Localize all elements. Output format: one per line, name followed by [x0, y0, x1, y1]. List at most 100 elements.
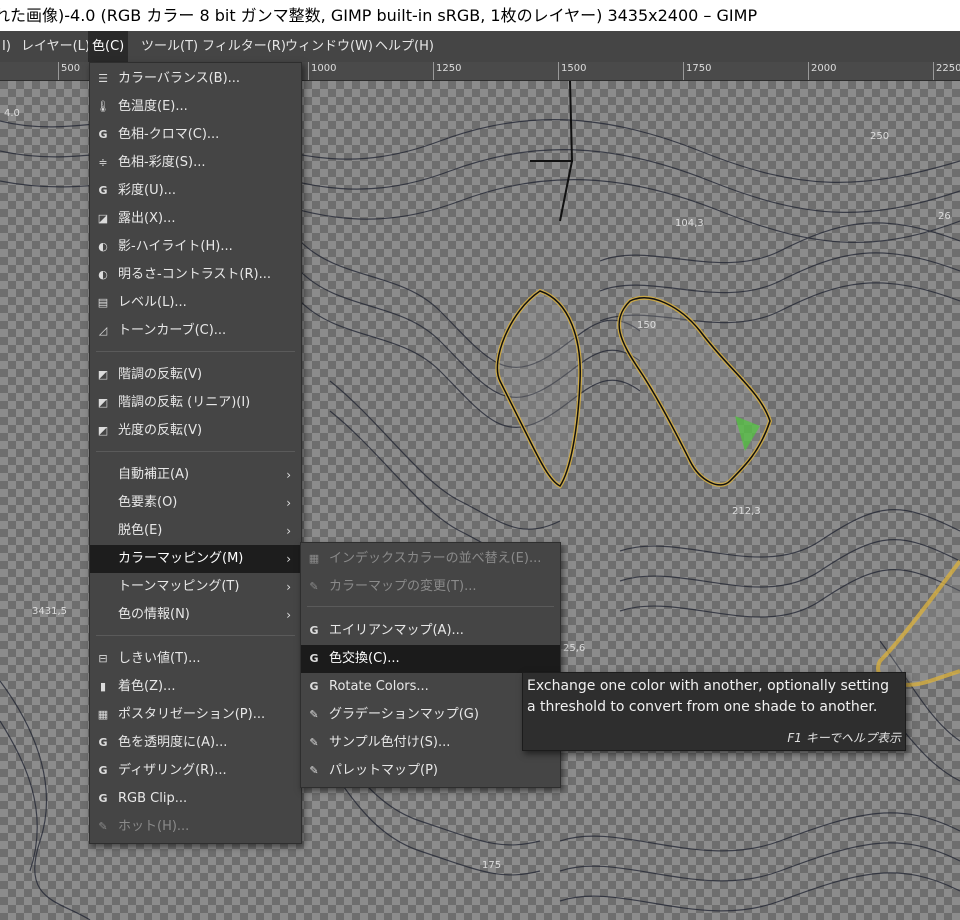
menu-separator [307, 606, 554, 607]
menu-item-auto[interactable]: 自動補正(A) › [90, 461, 301, 489]
gegl-icon: G [98, 764, 108, 777]
menu-item-threshold[interactable]: ⊟ しきい値(T)... [90, 645, 301, 673]
plugin-icon: ✎ [309, 764, 319, 777]
menu-item-color-balance[interactable]: ☰ カラーバランス(B)... [90, 65, 301, 93]
plugin-icon: ✎ [309, 736, 319, 749]
curves-icon: ◿ [98, 324, 108, 337]
ruler-tick [308, 62, 309, 80]
menu-item-rearrange-colormap[interactable]: ▦ インデックスカラーの並べ替え(E)... [301, 545, 560, 573]
plugin-icon: ✎ [309, 708, 319, 721]
menu-colors[interactable]: 色(C) [88, 31, 129, 62]
levels-icon: ▤ [97, 296, 109, 309]
menu-tools[interactable]: ツール(T) [137, 31, 202, 62]
indexed-icon: ▦ [308, 552, 320, 565]
menu-separator [96, 351, 295, 352]
ruler-tick [683, 62, 684, 80]
menu-item-info[interactable]: 色の情報(N) › [90, 601, 301, 629]
menu-item-set-colormap[interactable]: ✎ カラーマップの変更(T)... [301, 573, 560, 601]
menu-help[interactable]: ヘルプ(H) [371, 31, 438, 62]
tooltip-help-hint: F1 キーでヘルプ表示 [787, 731, 901, 745]
map-label: 150 [637, 320, 656, 331]
ruler-label: 1000 [311, 63, 337, 74]
thermometer-icon: 🌡 [96, 100, 110, 113]
ruler-label: 1750 [686, 63, 712, 74]
map-label: 212,3 [732, 506, 761, 517]
menu-item-shadows-highlights[interactable]: ◐ 影-ハイライト(H)... [90, 233, 301, 261]
map-label: 25,6 [563, 643, 585, 654]
ruler-tick [58, 62, 59, 80]
map-label: 26 [938, 211, 951, 222]
menu-item-tone-mapping[interactable]: トーンマッピング(T) › [90, 573, 301, 601]
menu-bar: I) レイヤー(L) 色(C) ツール(T) フィルター(R) ウィンドウ(W)… [0, 31, 960, 62]
ruler-tick [808, 62, 809, 80]
brightness-contrast-icon: ◐ [98, 268, 108, 281]
gegl-icon: G [98, 128, 108, 141]
menu-item-invert[interactable]: ◩ 階調の反転(V) [90, 361, 301, 389]
chevron-right-icon: › [286, 580, 291, 594]
gegl-icon: G [98, 736, 108, 749]
map-label: 250 [870, 131, 889, 142]
tooltip-line-2: a threshold to convert from one shade to… [527, 699, 878, 715]
chevron-right-icon: › [286, 524, 291, 538]
menu-item-curves[interactable]: ◿ トーンカーブ(C)... [90, 317, 301, 345]
map-label: 3431,5 [32, 606, 67, 617]
map-label: 175 [482, 860, 501, 871]
ruler-label: 1500 [561, 63, 587, 74]
invert-icon: ◩ [97, 368, 109, 381]
invert-icon: ◩ [97, 396, 109, 409]
ruler-tick [433, 62, 434, 80]
plugin-icon: ✎ [98, 820, 108, 833]
gegl-icon: G [309, 624, 319, 637]
color-mapping-submenu: ▦ インデックスカラーの並べ替え(E)... ✎ カラーマップの変更(T)...… [300, 542, 561, 788]
gegl-icon: G [98, 792, 108, 805]
menu-item-color-mapping[interactable]: カラーマッピング(M) › [90, 545, 301, 573]
menu-layer[interactable]: レイヤー(L) [17, 31, 94, 62]
menu-item-color-exchange[interactable]: G 色交換(C)... [301, 645, 560, 673]
menu-item-brightness-contrast[interactable]: ◐ 明るさ-コントラスト(R)... [90, 261, 301, 289]
ruler-tick [933, 62, 934, 80]
chevron-right-icon: › [286, 468, 291, 482]
tooltip-line-1: Exchange one color with another, optiona… [527, 678, 889, 694]
menu-item-desaturate[interactable]: 脱色(E) › [90, 517, 301, 545]
window-title: れた画像)-4.0 (RGB カラー 8 bit ガンマ整数, GIMP bui… [0, 6, 758, 25]
menu-item-colorize[interactable]: ▮ 着色(Z)... [90, 673, 301, 701]
window-title-bar: れた画像)-4.0 (RGB カラー 8 bit ガンマ整数, GIMP bui… [0, 0, 960, 31]
menu-filters[interactable]: フィルター(R) [198, 31, 290, 62]
menu-item-saturation[interactable]: G 彩度(U)... [90, 177, 301, 205]
colorize-icon: ▮ [99, 680, 107, 693]
invert-icon: ◩ [97, 424, 109, 437]
menu-item-hue-chroma[interactable]: G 色相-クロマ(C)... [90, 121, 301, 149]
gegl-icon: G [309, 680, 319, 693]
menu-item-alien-map[interactable]: G エイリアンマップ(A)... [301, 617, 560, 645]
menu-item-palette-map[interactable]: ✎ パレットマップ(P) [301, 757, 560, 785]
shadows-highlights-icon: ◐ [98, 240, 108, 253]
map-label: 4.0 [4, 108, 20, 119]
ruler-label: 1250 [436, 63, 462, 74]
posterize-icon: ▦ [97, 708, 109, 721]
menu-item-levels[interactable]: ▤ レベル(L)... [90, 289, 301, 317]
map-label: 104,3 [675, 218, 704, 229]
gegl-icon: G [309, 652, 319, 665]
menu-item-posterize[interactable]: ▦ ポスタリゼーション(P)... [90, 701, 301, 729]
chevron-right-icon: › [286, 608, 291, 622]
threshold-icon: ⊟ [98, 652, 108, 665]
menu-item-rgb-clip[interactable]: G RGB Clip... [90, 785, 301, 813]
ruler-tick [558, 62, 559, 80]
menu-item-components[interactable]: 色要素(O) › [90, 489, 301, 517]
plugin-icon: ✎ [309, 580, 319, 593]
hue-saturation-icon: ≑ [98, 156, 108, 169]
menu-item-hot[interactable]: ✎ ホット(H)... [90, 813, 301, 841]
menu-item-dither[interactable]: G ディザリング(R)... [90, 757, 301, 785]
menu-item-linear-invert[interactable]: ◩ 階調の反転 (リニア)(I) [90, 389, 301, 417]
menu-windows[interactable]: ウィンドウ(W) [281, 31, 377, 62]
exposure-icon: ◪ [97, 212, 109, 225]
menu-item-color-to-alpha[interactable]: G 色を透明度に(A)... [90, 729, 301, 757]
menu-item-value-invert[interactable]: ◩ 光度の反転(V) [90, 417, 301, 445]
menu-image[interactable]: I) [0, 31, 15, 62]
chevron-right-icon: › [286, 496, 291, 510]
chevron-right-icon: › [286, 552, 291, 566]
menu-item-color-temperature[interactable]: 🌡 色温度(E)... [90, 93, 301, 121]
tooltip: Exchange one color with another, optiona… [522, 672, 906, 751]
menu-item-hue-saturation[interactable]: ≑ 色相-彩度(S)... [90, 149, 301, 177]
menu-item-exposure[interactable]: ◪ 露出(X)... [90, 205, 301, 233]
